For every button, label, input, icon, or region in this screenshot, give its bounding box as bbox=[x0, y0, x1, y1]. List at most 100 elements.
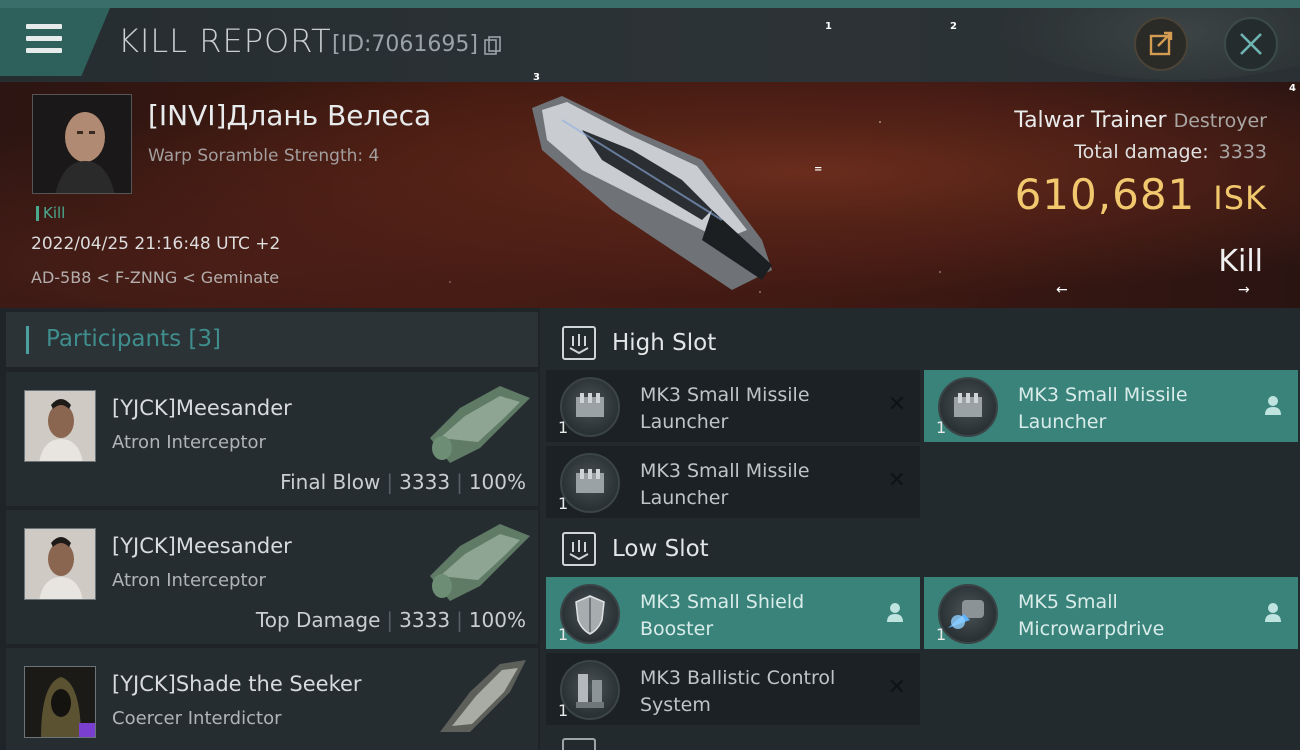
module-item[interactable]: 1 MK3 Small Missile Launcher bbox=[924, 370, 1298, 442]
module-item[interactable]: 1 MK3 Small Missile Launcher ✕ bbox=[546, 446, 920, 518]
participants-header: Participants [3] bbox=[6, 312, 538, 367]
participant-ship-image bbox=[430, 524, 530, 601]
victim-name[interactable]: [INVI]Длань Велеса bbox=[148, 99, 431, 132]
participant-name: [YJCK]Shade the Seeker bbox=[112, 672, 362, 696]
marker-4: 4 bbox=[1289, 83, 1296, 94]
participant-card[interactable]: [YJCK]Meesander Atron Interceptor Final … bbox=[6, 372, 538, 506]
header-bar: KILL REPORT [ID:7061695] 1 2 bbox=[0, 0, 1300, 82]
mid-slot-icon-partial bbox=[562, 738, 596, 750]
marker-2: 2 bbox=[950, 21, 957, 32]
victim-subtitle: Warp Soramble Strength: 4 bbox=[148, 146, 380, 166]
module-quantity: 1 bbox=[558, 418, 569, 437]
portrait-image bbox=[25, 529, 95, 599]
victim-ship: Talwar Trainer Destroyer bbox=[1014, 108, 1267, 133]
share-icon bbox=[1149, 31, 1173, 56]
participant-label: Top Damage bbox=[255, 608, 381, 632]
result-label: Kill bbox=[1218, 244, 1263, 279]
missile-launcher-icon bbox=[560, 453, 620, 513]
victim-ship-image bbox=[532, 96, 772, 290]
high-slot-icon bbox=[562, 326, 596, 360]
high-slot-header: High Slot bbox=[546, 314, 1300, 372]
isk-value: 610,681 ISK bbox=[1015, 170, 1267, 219]
participant-ship-image bbox=[430, 386, 530, 463]
module-item[interactable]: 1 MK3 Small Missile Launcher ✕ bbox=[546, 370, 920, 442]
low-slot-title: Low Slot bbox=[612, 536, 709, 562]
participant-ship-image bbox=[440, 660, 526, 732]
module-item[interactable]: 1 MK3 Ballistic Control System ✕ bbox=[546, 653, 920, 725]
ship-class: Destroyer bbox=[1173, 110, 1267, 132]
module-name: MK3 Small Missile Launcher bbox=[640, 384, 810, 433]
ship-name: Talwar Trainer bbox=[1014, 108, 1167, 133]
isk-amount: 610,681 bbox=[1014, 170, 1196, 219]
kill-type-tag: Kill bbox=[36, 206, 65, 221]
kill-id: [ID:7061695] bbox=[332, 32, 478, 57]
participant-stats: Top Damage | 3333 | 100% bbox=[255, 608, 526, 632]
portrait-image bbox=[33, 95, 131, 193]
module-name: MK3 Small Missile Launcher bbox=[1018, 384, 1188, 433]
portrait-image bbox=[25, 667, 95, 737]
module-quantity: 1 bbox=[558, 625, 569, 644]
hamburger-icon bbox=[26, 24, 62, 58]
module-quantity: 1 bbox=[558, 701, 569, 720]
low-slot-header: Low Slot bbox=[546, 520, 1300, 578]
portrait-image bbox=[25, 391, 95, 461]
ballistic-control-icon bbox=[560, 660, 620, 720]
missile-launcher-icon bbox=[938, 377, 998, 437]
participant-card[interactable]: [YJCK]Meesander Atron Interceptor Top Da… bbox=[6, 510, 538, 644]
share-button[interactable] bbox=[1134, 17, 1188, 71]
module-item[interactable]: 1 MK3 Small Shield Booster bbox=[546, 577, 920, 649]
participants-title: Participants [3] bbox=[46, 326, 221, 352]
participant-stats: Final Blow | 3333 | 100% bbox=[280, 470, 526, 494]
close-icon bbox=[1240, 33, 1262, 55]
destroyed-icon: ✕ bbox=[887, 675, 906, 700]
copy-icon[interactable] bbox=[484, 36, 502, 56]
page-title: KILL REPORT bbox=[118, 22, 332, 60]
destroyed-icon: ✕ bbox=[887, 468, 906, 493]
kill-datetime: 2022/04/25 21:16:48 UTC +2 bbox=[31, 234, 281, 254]
menu-button[interactable] bbox=[0, 8, 110, 76]
dropped-user-icon bbox=[1265, 396, 1281, 415]
participant-ship: Atron Interceptor bbox=[112, 432, 266, 453]
module-item[interactable]: 1 MK5 Small Microwarpdrive bbox=[924, 577, 1298, 649]
high-slot-title: High Slot bbox=[612, 330, 717, 356]
shield-booster-icon bbox=[560, 584, 620, 644]
center-marker: = bbox=[814, 164, 823, 175]
total-damage: Total damage: 3333 bbox=[1074, 141, 1267, 163]
participant-avatar bbox=[24, 528, 96, 600]
participant-percent: 100% bbox=[468, 470, 526, 494]
module-quantity: 1 bbox=[558, 494, 569, 513]
participant-ship: Coercer Interdictor bbox=[112, 708, 282, 729]
next-arrow-icon[interactable]: → bbox=[1238, 282, 1250, 298]
header-accent-bar bbox=[26, 326, 29, 354]
prev-arrow-icon[interactable]: ← bbox=[1056, 282, 1068, 298]
participant-name: [YJCK]Meesander bbox=[112, 396, 292, 420]
missile-launcher-icon bbox=[560, 377, 620, 437]
marker-1: 1 bbox=[825, 21, 832, 32]
participant-name: [YJCK]Meesander bbox=[112, 534, 292, 558]
participant-damage: 3333 bbox=[399, 470, 451, 494]
microwarpdrive-icon bbox=[938, 584, 998, 644]
dropped-user-icon bbox=[887, 603, 903, 622]
module-name: MK3 Small Missile Launcher bbox=[640, 460, 810, 509]
participant-card[interactable]: [YJCK]Shade the Seeker Coercer Interdict… bbox=[6, 648, 538, 750]
participant-percent: 100% bbox=[468, 608, 526, 632]
module-name: MK5 Small Microwarpdrive bbox=[1018, 591, 1165, 640]
low-slot-icon bbox=[562, 532, 596, 566]
marker-3: 3 bbox=[533, 72, 540, 83]
participant-avatar bbox=[24, 666, 96, 738]
module-quantity: 1 bbox=[936, 625, 947, 644]
isk-unit: ISK bbox=[1213, 179, 1267, 217]
participant-ship: Atron Interceptor bbox=[112, 570, 266, 591]
close-button[interactable] bbox=[1224, 17, 1278, 71]
header-accent-line bbox=[0, 0, 1300, 8]
total-damage-value: 3333 bbox=[1218, 141, 1267, 163]
victim-avatar[interactable] bbox=[32, 94, 132, 194]
total-damage-label: Total damage: bbox=[1074, 141, 1209, 163]
module-name: MK3 Ballistic Control System bbox=[640, 667, 836, 716]
participant-damage: 3333 bbox=[399, 608, 451, 632]
kill-location[interactable]: AD-5B8 < F-ZNNG < Geminate bbox=[31, 268, 279, 287]
module-name: MK3 Small Shield Booster bbox=[640, 591, 805, 640]
module-quantity: 1 bbox=[936, 418, 947, 437]
participant-label: Final Blow bbox=[280, 470, 381, 494]
dropped-user-icon bbox=[1265, 603, 1281, 622]
